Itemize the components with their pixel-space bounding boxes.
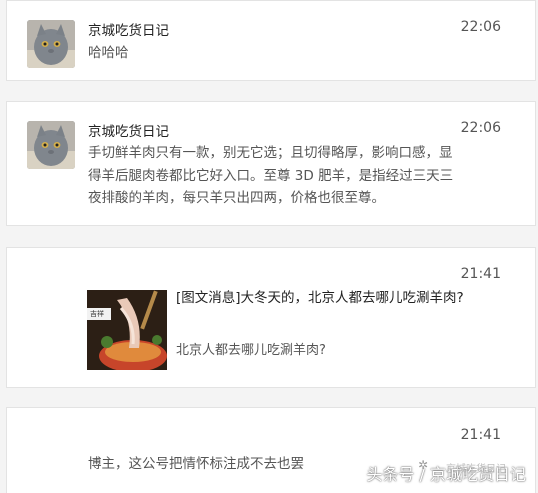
watermark-small-text: 京城吃货日记 (446, 464, 506, 475)
message-text: 哈哈哈 (88, 45, 129, 61)
article-title[interactable]: [图文消息]大冬天的，北京人都去哪儿吃涮羊肉? (176, 288, 466, 309)
cat-avatar-image (27, 121, 75, 169)
message-time: 22:06 (460, 120, 501, 136)
cat-avatar-image (27, 20, 75, 68)
message-time: 21:41 (460, 427, 501, 443)
article-subtitle: 北京人都去哪儿吃涮羊肉? (176, 343, 326, 358)
message-card[interactable]: 京城吃货日记 22:06 哈哈哈 (6, 0, 536, 81)
message-text: 手切鲜羊肉只有一款，别无它选；且切得略厚，影响口感，显得羊后腿肉卷都比它好入口。… (88, 145, 454, 206)
sender-name: 京城吃货日记 (88, 124, 169, 140)
message-card[interactable]: 京城吃货日记 22:06 手切鲜羊肉只有一款，别无它选；且切得略厚，影响口感，显… (6, 101, 536, 226)
article-message-card[interactable]: 21:41 吉祥 [图文消息]大冬天的，北京人都去哪儿吃涮羊肉? 北京人都去哪儿… (6, 247, 536, 388)
cat-avatar[interactable] (27, 20, 75, 68)
article-thumbnail[interactable]: 吉祥 (87, 290, 167, 370)
message-time: 22:06 (460, 19, 501, 35)
cat-avatar[interactable] (27, 121, 75, 169)
message-time: 21:41 (460, 266, 501, 282)
sender-name: 京城吃货日记 (88, 23, 169, 39)
message-text: 博主，这公号把情怀标注成不去也罢 (88, 456, 304, 472)
thumbnail-label: 吉祥 (90, 310, 104, 318)
hotpot-image (87, 290, 167, 370)
logo-icon: ✲ (418, 458, 429, 472)
